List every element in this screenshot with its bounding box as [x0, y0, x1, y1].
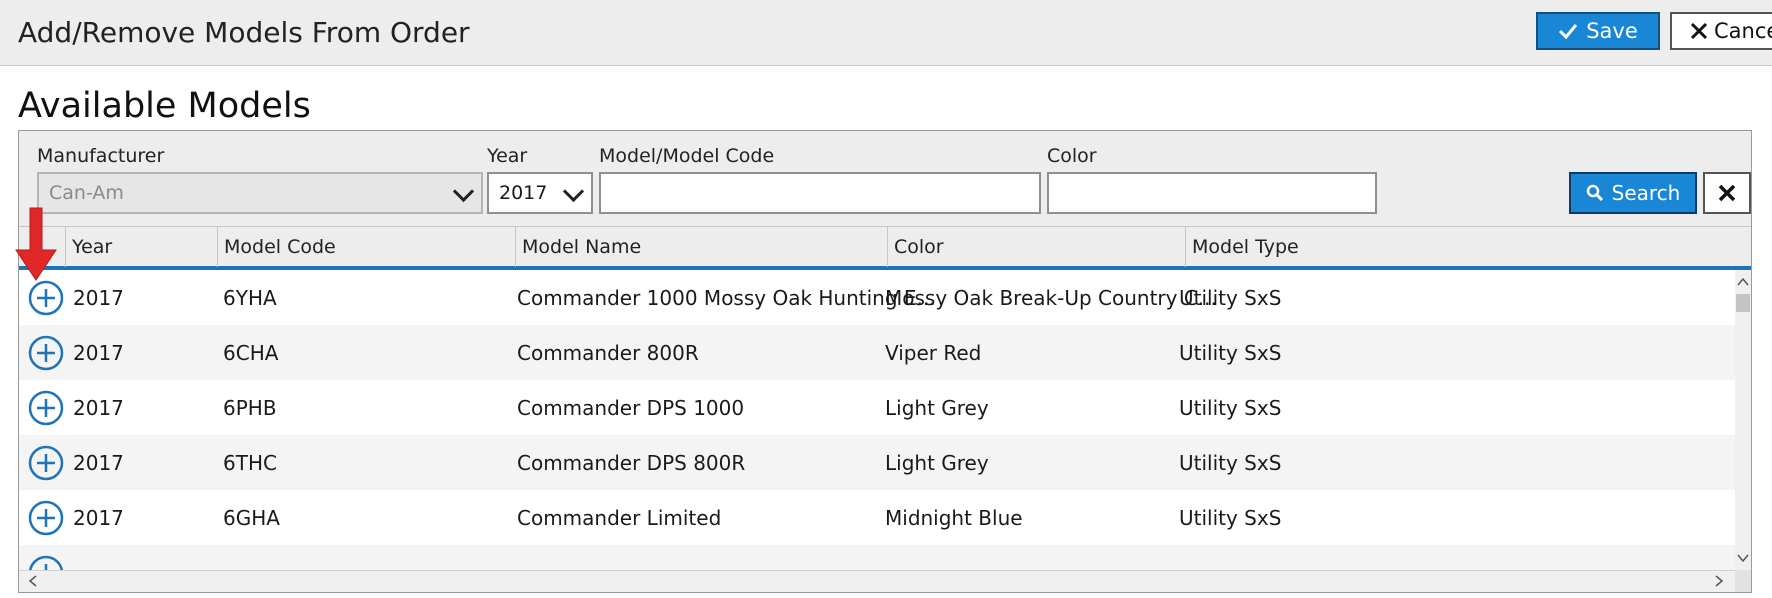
cell-color: Mossy Oak Break-Up Country C... — [885, 285, 1217, 310]
table-row[interactable]: 2017 6THC Commander DPS 800R Light Grey … — [19, 435, 1735, 490]
cell-model-type: Utility SxS — [1179, 285, 1282, 310]
vertical-scrollbar[interactable] — [1735, 270, 1751, 570]
models-grid-body: 2017 6YHA Commander 1000 Mossy Oak Hunti… — [19, 270, 1735, 570]
cell-year: 2017 — [73, 395, 124, 420]
color-label: Color — [1047, 145, 1097, 167]
dialog-titlebar: Add/Remove Models From Order Save Cancel — [0, 0, 1772, 66]
chevron-down-icon[interactable] — [1735, 550, 1751, 566]
model-code-input[interactable] — [599, 172, 1041, 214]
manufacturer-value: Can-Am — [49, 182, 124, 204]
add-model-icon[interactable] — [27, 554, 65, 570]
cell-model-code: 6PHB — [223, 395, 277, 420]
column-header-year[interactable]: Year — [65, 227, 217, 267]
chevron-right-icon[interactable] — [1711, 573, 1727, 589]
cell-model-type: Utility SxS — [1179, 340, 1282, 365]
chevron-down-icon — [452, 180, 475, 203]
cell-model-type: Utility SxS — [1179, 450, 1282, 475]
pointer-arrow-icon — [15, 207, 57, 281]
add-model-icon[interactable] — [27, 279, 65, 317]
cell-model-name: Commander 1000 Mossy Oak Hunting E... — [517, 285, 936, 310]
models-panel: Manufacturer Can-Am Year 2017 Model/Mode… — [18, 130, 1752, 593]
cell-model-code: 6THC — [223, 450, 277, 475]
cell-color: Light Grey — [885, 450, 989, 475]
column-header-model-type[interactable]: Model Type — [1185, 227, 1751, 267]
table-row[interactable] — [19, 545, 1735, 570]
color-input[interactable] — [1047, 172, 1377, 214]
cell-year: 2017 — [73, 505, 124, 530]
column-header-color[interactable]: Color — [887, 227, 1185, 267]
cell-model-code: 6YHA — [223, 285, 277, 310]
chevron-down-icon — [562, 180, 585, 203]
manufacturer-label: Manufacturer — [37, 145, 165, 167]
table-row[interactable]: 2017 6YHA Commander 1000 Mossy Oak Hunti… — [19, 270, 1735, 325]
save-button-label: Save — [1586, 19, 1638, 43]
cell-year: 2017 — [73, 450, 124, 475]
table-row[interactable]: 2017 6CHA Commander 800R Viper Red Utili… — [19, 325, 1735, 380]
cell-model-name: Commander DPS 800R — [517, 450, 746, 475]
search-button-label: Search — [1611, 181, 1681, 205]
filter-bar: Manufacturer Can-Am Year 2017 Model/Mode… — [19, 131, 1751, 226]
close-icon — [1690, 22, 1708, 40]
check-icon — [1559, 24, 1578, 40]
save-button[interactable]: Save — [1536, 12, 1660, 50]
grid-header: Year Model Code Model Name Color Model T… — [19, 226, 1751, 270]
chevron-left-icon[interactable] — [25, 573, 41, 589]
cell-model-name: Commander DPS 1000 — [517, 395, 745, 420]
year-value: 2017 — [499, 182, 548, 204]
table-row[interactable]: 2017 6PHB Commander DPS 1000 Light Grey … — [19, 380, 1735, 435]
year-label: Year — [487, 145, 528, 167]
add-model-icon[interactable] — [27, 334, 65, 372]
add-model-icon[interactable] — [27, 444, 65, 482]
chevron-up-icon[interactable] — [1735, 274, 1751, 290]
cell-model-code: 6GHA — [223, 505, 280, 530]
column-header-model-code[interactable]: Model Code — [217, 227, 515, 267]
cell-model-code: 6CHA — [223, 340, 279, 365]
cell-color: Viper Red — [885, 340, 982, 365]
add-model-icon[interactable] — [27, 389, 65, 427]
cell-year: 2017 — [73, 340, 124, 365]
clear-filters-button[interactable] — [1703, 172, 1751, 214]
column-header-model-name[interactable]: Model Name — [515, 227, 887, 267]
cell-color: Light Grey — [885, 395, 989, 420]
cancel-button[interactable]: Cancel — [1670, 12, 1772, 50]
manufacturer-select[interactable]: Can-Am — [37, 172, 483, 214]
horizontal-scrollbar[interactable] — [19, 570, 1735, 592]
year-select[interactable]: 2017 — [487, 172, 593, 214]
cancel-button-label: Cancel — [1714, 19, 1772, 43]
search-icon — [1586, 184, 1603, 202]
table-row[interactable]: 2017 6GHA Commander Limited Midnight Blu… — [19, 490, 1735, 545]
cell-year: 2017 — [73, 285, 124, 310]
add-model-icon[interactable] — [27, 499, 65, 537]
section-title: Available Models — [18, 86, 311, 126]
dialog-title: Add/Remove Models From Order — [18, 16, 470, 49]
cell-model-type: Utility SxS — [1179, 395, 1282, 420]
cell-model-name: Commander 800R — [517, 340, 699, 365]
cell-model-type: Utility SxS — [1179, 505, 1282, 530]
model-code-label: Model/Model Code — [599, 145, 775, 167]
cell-color: Midnight Blue — [885, 505, 1023, 530]
resize-grip-icon[interactable] — [1735, 570, 1751, 592]
close-icon — [1718, 184, 1736, 202]
scroll-thumb[interactable] — [1736, 294, 1750, 312]
cell-model-name: Commander Limited — [517, 505, 722, 530]
search-button[interactable]: Search — [1569, 172, 1697, 214]
